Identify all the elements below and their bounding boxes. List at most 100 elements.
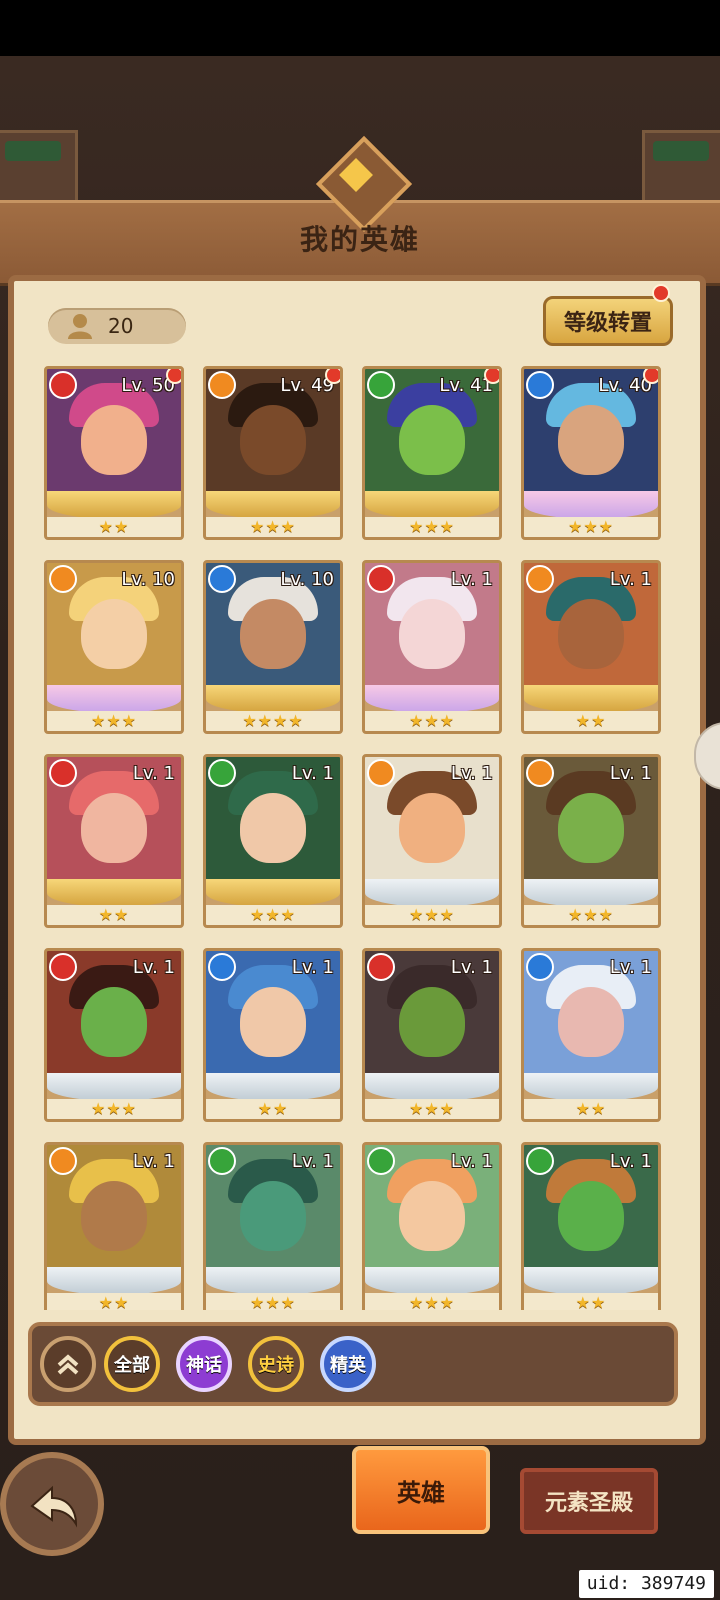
rarity-ribbon xyxy=(206,1073,340,1101)
hero-card[interactable]: ★★★ Lv. 1 xyxy=(44,948,184,1122)
element-water-icon xyxy=(208,953,236,981)
rarity-ribbon xyxy=(47,879,181,907)
hero-level: Lv. 1 xyxy=(132,763,175,784)
hero-face xyxy=(399,987,465,1057)
rarity-ribbon xyxy=(524,879,658,907)
hero-card[interactable]: ★★★ Lv. 1 xyxy=(203,754,343,928)
hero-card[interactable]: ★★★ Lv. 10 xyxy=(44,560,184,734)
element-fire-icon xyxy=(49,953,77,981)
uid-label: uid: 389749 xyxy=(578,1570,714,1598)
hero-level: Lv. 1 xyxy=(291,1151,334,1172)
hero-card[interactable]: ★★★ Lv. 1 xyxy=(203,1142,343,1310)
rarity-ribbon xyxy=(206,879,340,907)
hero-face xyxy=(81,987,147,1057)
hero-grid: ★★ Lv. 50 ★★★ Lv. 49 ★★★ Lv. 41 ★★★ Lv. 40 ★★★ Lv… xyxy=(44,366,664,1310)
rarity-ribbon xyxy=(524,491,658,519)
hero-card[interactable]: ★★★ Lv. 49 xyxy=(203,366,343,540)
hero-level: Lv. 10 xyxy=(121,569,175,590)
collapse-button[interactable] xyxy=(40,1336,96,1392)
hero-card[interactable]: ★★★ Lv. 1 xyxy=(362,948,502,1122)
filter-myth-button[interactable]: 神话 xyxy=(176,1336,232,1392)
element-water-icon xyxy=(208,565,236,593)
rarity-ribbon xyxy=(206,685,340,713)
hero-card[interactable]: ★★★ Lv. 41 xyxy=(362,366,502,540)
hero-level: Lv. 1 xyxy=(609,763,652,784)
element-light-icon xyxy=(208,371,236,399)
rarity-ribbon xyxy=(524,1267,658,1295)
hero-face xyxy=(399,1181,465,1251)
hero-stars: ★★★ xyxy=(408,711,456,730)
hero-count: 20 xyxy=(108,314,134,338)
page-title: 我的英雄 xyxy=(299,223,420,256)
element-wind-icon xyxy=(208,1147,236,1175)
hero-face xyxy=(558,405,624,475)
back-button[interactable] xyxy=(0,1452,104,1556)
hero-stars: ★★ xyxy=(98,905,130,924)
hero-card[interactable]: ★★★ Lv. 40 xyxy=(521,366,661,540)
hero-level: Lv. 1 xyxy=(291,763,334,784)
hero-stars: ★★★ xyxy=(408,1293,456,1310)
hero-stars: ★★★★ xyxy=(242,711,304,730)
rarity-ribbon xyxy=(206,1267,340,1295)
hero-card[interactable]: ★★★ Lv. 1 xyxy=(521,754,661,928)
hero-card[interactable]: ★★ Lv. 1 xyxy=(521,560,661,734)
person-icon xyxy=(68,314,92,339)
filter-epic-button[interactable]: 史诗 xyxy=(248,1336,304,1392)
tab-element-temple[interactable]: 元素圣殿 xyxy=(520,1468,658,1534)
rarity-ribbon xyxy=(365,1267,499,1295)
hero-face xyxy=(558,793,624,863)
hero-stars: ★★ xyxy=(98,517,130,536)
hero-stars: ★★★ xyxy=(408,905,456,924)
tab-heroes[interactable]: 英雄 xyxy=(352,1446,490,1534)
notification-dot xyxy=(484,369,499,384)
hero-level: Lv. 10 xyxy=(280,569,334,590)
hero-stars: ★★ xyxy=(98,1293,130,1310)
hero-level: Lv. 1 xyxy=(609,957,652,978)
hero-stars: ★★★ xyxy=(249,517,297,536)
hero-card[interactable]: ★★ Lv. 1 xyxy=(521,948,661,1122)
rarity-ribbon xyxy=(47,1073,181,1101)
hero-level: Lv. 1 xyxy=(450,1151,493,1172)
hero-level: Lv. 1 xyxy=(609,1151,652,1172)
back-arrow-icon xyxy=(30,1485,78,1528)
hero-face xyxy=(81,405,147,475)
hero-card[interactable]: ★★ Lv. 1 xyxy=(521,1142,661,1310)
rarity-ribbon xyxy=(365,879,499,907)
hero-face xyxy=(558,1181,624,1251)
level-transfer-button[interactable]: 等级转置 xyxy=(543,296,673,346)
element-fire-icon xyxy=(49,759,77,787)
element-wind-icon xyxy=(367,1147,395,1175)
hero-level: Lv. 1 xyxy=(132,957,175,978)
hero-card[interactable]: ★★★ Lv. 1 xyxy=(362,754,502,928)
hero-stars: ★★★ xyxy=(408,1099,456,1118)
hero-stars: ★★ xyxy=(257,1099,289,1118)
hero-face xyxy=(81,793,147,863)
hero-card[interactable]: ★★★ Lv. 1 xyxy=(362,560,502,734)
double-chevron-up-icon xyxy=(57,1354,79,1375)
hero-stars: ★★ xyxy=(575,1293,607,1310)
hero-level: Lv. 1 xyxy=(450,763,493,784)
notification-dot xyxy=(643,369,658,384)
hero-stars: ★★ xyxy=(575,1099,607,1118)
hero-card[interactable]: ★★ Lv. 1 xyxy=(203,948,343,1122)
element-wind-icon xyxy=(208,759,236,787)
hero-card[interactable]: ★★★ Lv. 1 xyxy=(362,1142,502,1310)
hero-face xyxy=(240,599,306,669)
hero-face xyxy=(399,599,465,669)
filter-elite-button[interactable]: 精英 xyxy=(320,1336,376,1392)
hero-card[interactable]: ★★ Lv. 50 xyxy=(44,366,184,540)
hero-level: Lv. 1 xyxy=(450,957,493,978)
hero-face xyxy=(399,793,465,863)
filter-all-button[interactable]: 全部 xyxy=(104,1336,160,1392)
element-light-icon xyxy=(526,565,554,593)
hero-face xyxy=(399,405,465,475)
hero-face xyxy=(558,599,624,669)
hero-stars: ★★ xyxy=(575,711,607,730)
element-light-icon xyxy=(526,759,554,787)
hero-level: Lv. 1 xyxy=(609,569,652,590)
hero-card[interactable]: ★★★★ Lv. 10 xyxy=(203,560,343,734)
rarity-ribbon xyxy=(47,685,181,713)
hero-card[interactable]: ★★ Lv. 1 xyxy=(44,754,184,928)
hero-card[interactable]: ★★ Lv. 1 xyxy=(44,1142,184,1310)
element-light-icon xyxy=(49,565,77,593)
